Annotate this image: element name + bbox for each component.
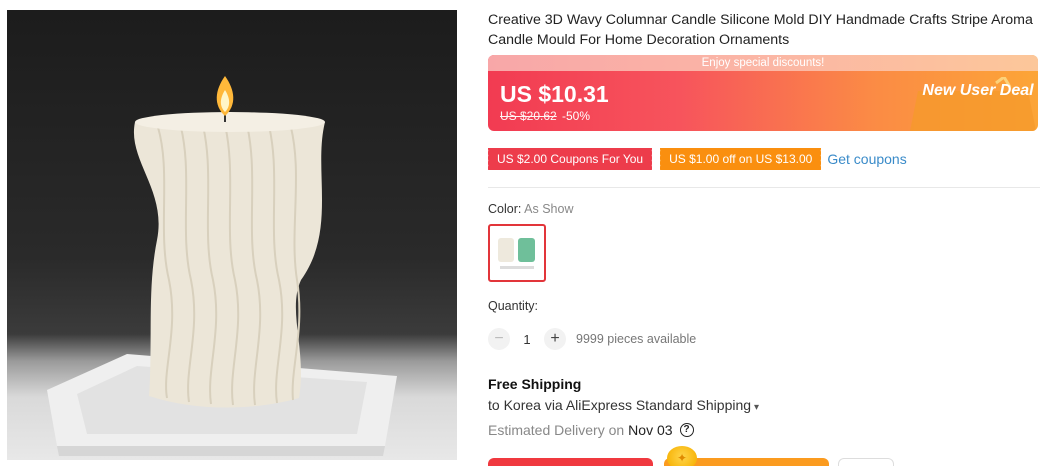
quantity-decrease-button[interactable]: − — [488, 328, 510, 350]
coupon-row: US $2.00 Coupons For You US $1.00 off on… — [485, 148, 907, 170]
candle-illustration — [47, 76, 397, 456]
coupon-store[interactable]: US $2.00 Coupons For You — [485, 148, 655, 170]
section-divider — [488, 187, 1040, 188]
color-swatch-as-show[interactable] — [488, 224, 546, 282]
original-price: US $20.62 — [500, 109, 557, 123]
chevron-down-icon: ▾ — [754, 402, 760, 413]
new-user-deal-label: New User Deal — [922, 82, 1034, 99]
color-label-text: Color: — [488, 202, 522, 216]
price-banner: Enjoy special discounts! US $10.31 US $2… — [488, 55, 1038, 131]
help-icon[interactable]: ? — [679, 423, 694, 437]
get-coupons-link[interactable]: Get coupons — [827, 151, 906, 167]
quantity-increase-button[interactable]: + — [544, 328, 566, 350]
quantity-available: 9999 pieces available — [576, 332, 697, 346]
shipping-method-text: to Korea via AliExpress Standard Shippin… — [488, 397, 752, 413]
shipping-method[interactable]: to Korea via AliExpress Standard Shippin… — [488, 397, 759, 413]
estimated-delivery: Estimated Delivery on Nov 03 ? — [488, 422, 694, 438]
quantity-value[interactable]: 1 — [510, 332, 544, 347]
current-price: US $10.31 — [500, 81, 609, 107]
discount-percent: -50% — [562, 109, 591, 123]
coupon-threshold[interactable]: US $1.00 off on US $13.00 — [658, 148, 824, 170]
swatch-thumbnail — [498, 238, 535, 269]
wishlist-button[interactable] — [838, 458, 894, 466]
product-image[interactable] — [7, 10, 457, 460]
estimated-delivery-date: Nov 03 — [628, 422, 673, 438]
buy-now-button[interactable] — [488, 458, 653, 466]
color-label: Color: As Show — [488, 202, 573, 216]
quantity-label: Quantity: — [488, 299, 539, 313]
estimated-delivery-label: Estimated Delivery on — [488, 422, 625, 438]
coin-badge-icon: ✦ — [667, 446, 697, 466]
quantity-stepper: − 1 + 9999 pieces available — [488, 328, 696, 350]
discount-strip: Enjoy special discounts! — [488, 55, 1038, 71]
color-value: As Show — [524, 202, 574, 216]
product-title: Creative 3D Wavy Columnar Candle Silicon… — [488, 12, 1033, 48]
shipping-title: Free Shipping — [488, 376, 582, 392]
